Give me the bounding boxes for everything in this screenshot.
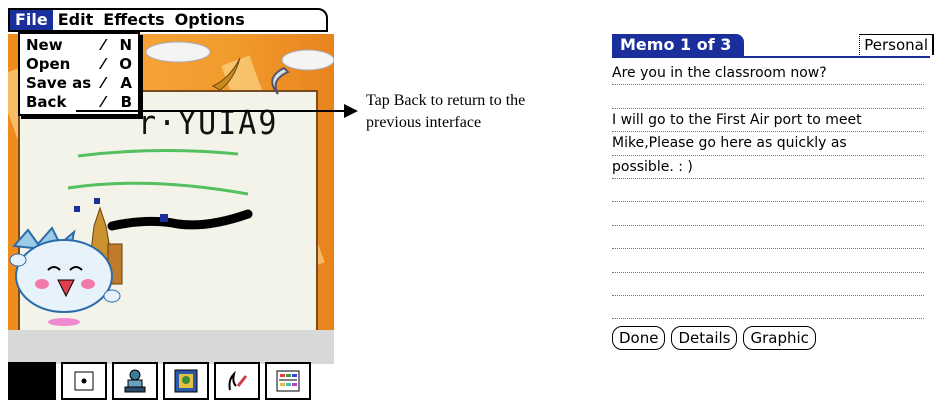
- shortcut-key: A: [120, 74, 132, 92]
- memo-title: Memo 1 of 3: [612, 34, 744, 56]
- shortcut: ⁄ O: [102, 55, 132, 74]
- memo-body[interactable]: Are you in the classroom now? I will go …: [612, 62, 924, 320]
- memo-line: [612, 249, 924, 273]
- callout-arrow-line: [76, 110, 348, 112]
- memo-button-row: Done Details Graphic: [612, 326, 822, 350]
- graffiti-stroke-icon: ⁄: [102, 55, 105, 73]
- cloud-shape: [145, 41, 211, 63]
- memo-line: [612, 226, 924, 250]
- graffiti-stroke-icon: ⁄: [102, 74, 105, 92]
- menu-item-label: Save as: [26, 74, 92, 92]
- done-button[interactable]: Done: [612, 326, 666, 350]
- menu-edit[interactable]: Edit: [53, 10, 99, 30]
- background-button[interactable]: [163, 362, 209, 400]
- menu-bar: File Edit Effects Options: [8, 8, 328, 32]
- menu-item-open[interactable]: Open ⁄ O: [20, 55, 138, 74]
- brush-size-button[interactable]: [61, 362, 107, 400]
- memo-screen: Memo 1 of 3 Personal Are you in the clas…: [612, 34, 934, 352]
- color-swatch-button[interactable]: [8, 362, 56, 400]
- menu-item-label: Back: [26, 93, 67, 111]
- paint-toolbar: [8, 362, 316, 400]
- moon-shape: [271, 66, 290, 95]
- brush-size-icon: [74, 371, 94, 391]
- arrow-right-icon: [344, 104, 358, 118]
- palette-button[interactable]: [265, 362, 311, 400]
- file-dropdown-menu: New ⁄ N Open ⁄ O Save as ⁄ A Back ⁄ B: [18, 32, 140, 116]
- green-stroke: [67, 181, 249, 196]
- menu-effects[interactable]: Effects: [98, 10, 169, 30]
- memo-line: [612, 273, 924, 296]
- menu-item-save-as[interactable]: Save as ⁄ A: [20, 74, 138, 93]
- pen-button[interactable]: [214, 362, 260, 400]
- memo-line: possible. : ): [612, 156, 924, 179]
- menu-item-label: New: [26, 36, 63, 54]
- menu-options[interactable]: Options: [170, 10, 250, 30]
- selection-handle: [74, 206, 80, 212]
- graphic-button[interactable]: Graphic: [743, 326, 816, 350]
- memo-line: [612, 296, 924, 320]
- graffiti-stroke-icon: ⁄: [102, 36, 105, 54]
- shortcut: ⁄ N: [102, 36, 132, 55]
- memo-header: Memo 1 of 3 Personal: [612, 34, 934, 58]
- selection-handle: [94, 198, 100, 204]
- memo-line: I will go to the First Air port to meet: [612, 109, 924, 133]
- shortcut-key: N: [119, 36, 132, 54]
- memo-line: [612, 85, 924, 109]
- category-picker[interactable]: Personal: [859, 34, 934, 55]
- memo-line: Are you in the classroom now?: [612, 62, 924, 86]
- stamp-button[interactable]: [112, 362, 158, 400]
- green-stroke: [77, 148, 239, 158]
- shortcut-key: O: [119, 55, 132, 73]
- callout-text: Tap Back to return to the previous inter…: [366, 92, 526, 131]
- stamp-icon: [124, 369, 146, 393]
- selection-handle: [160, 214, 168, 222]
- pen-icon: [228, 370, 248, 391]
- banana-shape: [211, 57, 241, 91]
- memo-line: [612, 202, 924, 226]
- menu-item-label: Open: [26, 55, 71, 73]
- cloud-shape: [281, 49, 334, 71]
- background-icon: [174, 369, 198, 393]
- menu-item-new[interactable]: New ⁄ N: [20, 36, 138, 55]
- memo-line: [612, 179, 924, 203]
- details-button[interactable]: Details: [671, 326, 738, 350]
- shortcut: ⁄ A: [102, 74, 132, 93]
- black-stroke: [107, 209, 253, 231]
- palette-icon: [276, 370, 300, 392]
- memo-line: Mike,Please go here as quickly as: [612, 132, 924, 156]
- menu-file[interactable]: File: [10, 10, 53, 30]
